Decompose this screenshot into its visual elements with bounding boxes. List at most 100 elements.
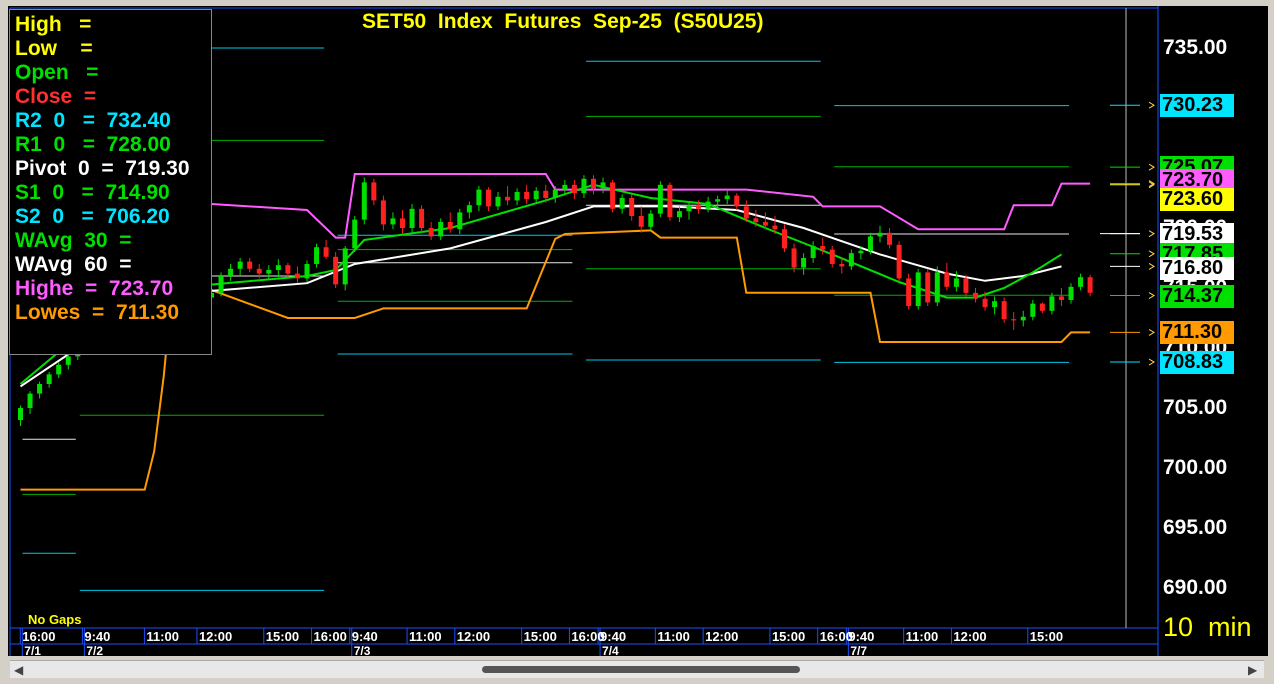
price-badge: 708.83 bbox=[1160, 351, 1234, 375]
candle-body bbox=[323, 247, 329, 257]
price-badge: 730.23 bbox=[1160, 94, 1234, 118]
candle-body bbox=[848, 253, 854, 267]
legend-row: High = bbox=[15, 13, 92, 36]
candle-body bbox=[56, 364, 62, 375]
candle-body bbox=[906, 278, 912, 306]
legend-row: WAvg 60 = bbox=[15, 253, 132, 276]
x-tick-label: 16:00 bbox=[313, 629, 347, 644]
candle-body bbox=[782, 229, 787, 249]
candle-body bbox=[552, 189, 558, 198]
candle-body bbox=[629, 198, 635, 216]
legend-row: Low = bbox=[15, 37, 93, 60]
timeframe-label: 10 min bbox=[1163, 612, 1252, 642]
candle-body bbox=[877, 232, 883, 237]
candle-body bbox=[505, 196, 511, 201]
legend-row: R1 0 = 728.00 bbox=[15, 133, 171, 156]
indicator-legend: High = Low = Open = Close = R2 0 = 732.40 R1 … bbox=[9, 9, 212, 355]
x-tick-label: 15:00 bbox=[265, 629, 300, 644]
scroll-right-icon[interactable]: ▶ bbox=[1248, 663, 1257, 677]
legend-row: R2 0 = 732.40 bbox=[15, 109, 171, 132]
candle-body bbox=[686, 205, 692, 212]
candle-body bbox=[390, 218, 396, 225]
candle-body bbox=[419, 208, 425, 228]
legend-row: S2 0 = 706.20 bbox=[15, 205, 170, 228]
price-badge: 711.30 bbox=[1160, 321, 1234, 345]
candle-body bbox=[839, 264, 845, 267]
x-tick-label: 15:00 bbox=[1029, 629, 1064, 644]
candle-body bbox=[1001, 301, 1007, 320]
candle-body bbox=[571, 184, 577, 194]
candle-body bbox=[1020, 316, 1026, 321]
scroll-left-icon[interactable]: ◀ bbox=[14, 663, 23, 677]
candle-body bbox=[896, 244, 902, 279]
candle-body bbox=[638, 216, 644, 227]
candle-body bbox=[218, 276, 224, 293]
price-badge: 716.80 bbox=[1160, 257, 1234, 281]
scroll-thumb[interactable] bbox=[482, 666, 800, 673]
candle-body bbox=[285, 265, 291, 274]
candle-body bbox=[371, 182, 377, 201]
candle-body bbox=[352, 219, 358, 249]
candle-body bbox=[657, 184, 663, 214]
candle-body bbox=[753, 218, 759, 222]
legend-row: Pivot 0 = 719.30 bbox=[15, 157, 190, 180]
candle-body bbox=[810, 246, 816, 258]
candle-body bbox=[591, 178, 596, 189]
legend-row: Close = bbox=[15, 85, 97, 108]
candle-body bbox=[256, 268, 262, 274]
horizontal-scrollbar[interactable]: ◀ ▶ bbox=[10, 660, 1264, 678]
candle-body bbox=[858, 250, 864, 254]
x-tick-label: 9:40 bbox=[600, 629, 627, 644]
y-tick-label: 700.00 bbox=[1163, 456, 1228, 479]
chart-window: SET50 Index Futures Sep-25 (S50U25) High… bbox=[0, 0, 1274, 684]
candle-body bbox=[342, 248, 348, 285]
x-tick-label: 9:40 bbox=[351, 629, 378, 644]
y-tick-label: 695.00 bbox=[1163, 516, 1228, 539]
candle-body bbox=[953, 278, 959, 287]
x-tick-label: 12:00 bbox=[198, 629, 233, 644]
candle-body bbox=[361, 182, 367, 220]
candle-body bbox=[1030, 303, 1036, 317]
candle-body bbox=[887, 232, 893, 245]
candle-body bbox=[1039, 303, 1045, 311]
x-tick-label: 12:00 bbox=[705, 629, 739, 644]
candle-body bbox=[705, 201, 711, 209]
candle-body bbox=[380, 200, 386, 225]
candle-body bbox=[743, 206, 749, 219]
candle-body bbox=[37, 384, 43, 394]
candle-body bbox=[46, 374, 52, 384]
x-tick-label: 11:00 bbox=[905, 629, 939, 644]
candle-body bbox=[400, 218, 405, 228]
candle-body bbox=[973, 292, 978, 299]
y-tick-label: 735.00 bbox=[1163, 36, 1228, 59]
candle-body bbox=[762, 222, 768, 226]
candle-body bbox=[447, 222, 453, 230]
candle-body bbox=[648, 213, 654, 227]
candle-body bbox=[514, 192, 520, 201]
candle-body bbox=[600, 182, 606, 189]
candle-body bbox=[304, 264, 310, 279]
candle-body bbox=[275, 265, 281, 270]
legend-row: Highe = 723.70 bbox=[15, 277, 174, 300]
legend-row: WAvg 30 = bbox=[15, 229, 132, 252]
candle-body bbox=[1078, 277, 1084, 287]
candle-body bbox=[619, 198, 625, 209]
x-tick-label: 9:40 bbox=[84, 629, 111, 644]
candle-body bbox=[247, 261, 253, 269]
candle-body bbox=[1049, 296, 1055, 311]
x-tick-label: 11:00 bbox=[657, 629, 690, 644]
x-tick-label: 15:00 bbox=[523, 629, 557, 644]
candle-body bbox=[314, 247, 320, 264]
candle-body bbox=[734, 195, 740, 207]
candle-body bbox=[409, 208, 415, 228]
candle-body bbox=[610, 182, 616, 209]
candle-body bbox=[466, 205, 472, 213]
x-tick-label: 11:00 bbox=[146, 629, 179, 644]
candle-body bbox=[925, 272, 931, 303]
no-gaps-label: No Gaps bbox=[28, 612, 82, 627]
candle-body bbox=[333, 256, 339, 285]
candle-body bbox=[1011, 319, 1017, 321]
candle-body bbox=[791, 248, 797, 268]
candle-body bbox=[533, 190, 539, 200]
x-tick-label: 11:00 bbox=[409, 629, 442, 644]
